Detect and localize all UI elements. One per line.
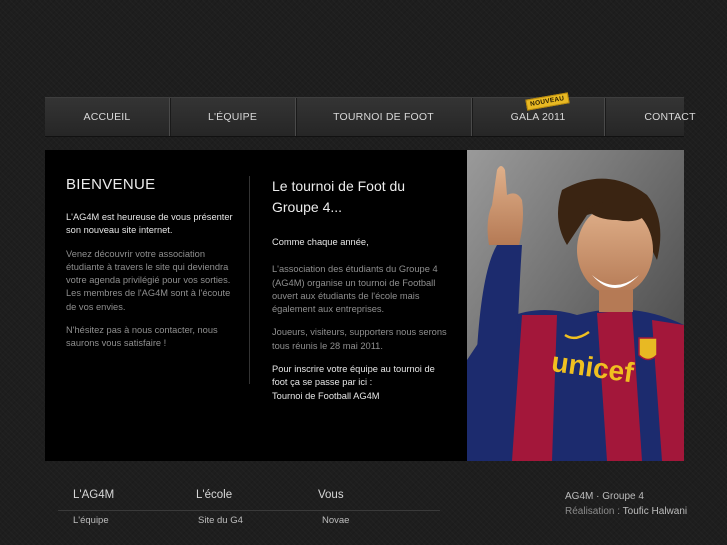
footer-link-equipe[interactable]: L'équipe — [73, 515, 114, 526]
footer-title: Vous — [318, 489, 344, 501]
nav-tournoi[interactable]: TOURNOI DE FOOT — [296, 98, 471, 136]
footer-link-site-g4[interactable]: Site du G4 — [196, 515, 243, 526]
footer-col-ecole: L'école Site du G4 — [196, 489, 243, 526]
credit-line: AG4M · Groupe 4 — [565, 491, 644, 502]
player-photo-graphic: unicef — [467, 150, 684, 461]
tournament-text: L'association des étudiants du Groupe 4 … — [272, 264, 438, 315]
nav-contact[interactable]: CONTACT — [605, 98, 727, 136]
tournament-title: Le tournoi de Foot du Groupe 4... — [272, 178, 406, 215]
welcome-text-2: Les membres de l'AG4M sont à l'écoute de… — [66, 288, 231, 312]
footer-divider — [58, 510, 440, 511]
welcome-column: BIENVENUE L'AG4M est heureuse de vous pr… — [66, 176, 236, 361]
footer-link-novae[interactable]: Novae — [318, 515, 349, 526]
welcome-intro: L'AG4M est heureuse de vous présenter so… — [66, 212, 233, 236]
credit-label: Réalisation : — [565, 506, 621, 517]
welcome-contact-text: N'hésitez pas à nous contacter, nous sau… — [66, 325, 218, 349]
tournament-link[interactable]: Tournoi de Football AG4M — [272, 390, 447, 403]
credit-author: Toufic Halwani — [622, 506, 688, 517]
content-panel: BIENVENUE L'AG4M est heureuse de vous pr… — [45, 150, 684, 461]
nav-equipe[interactable]: L'ÉQUIPE — [170, 98, 295, 136]
tournament-date-text: Joueurs, visiteurs, supporters nous sero… — [272, 327, 447, 351]
column-divider — [249, 176, 250, 384]
welcome-text: Venez découvrir votre association étudia… — [66, 248, 231, 286]
tournament-lead: Comme chaque année, — [272, 237, 369, 247]
tournament-signup-text: Pour inscrire votre équipe au tournoi de… — [272, 364, 435, 388]
footer-col-ag4m: L'AG4M L'équipe — [73, 489, 114, 526]
player-photo: unicef — [467, 150, 684, 461]
tournament-column: Le tournoi de Foot du Groupe 4... Comme … — [272, 176, 447, 403]
welcome-title: BIENVENUE — [66, 176, 156, 193]
main-nav: ACCUEIL L'ÉQUIPE TOURNOI DE FOOT GALA 20… — [45, 97, 695, 136]
nav-accueil[interactable]: ACCUEIL — [45, 98, 169, 136]
footer-col-vous: Vous Novae — [318, 489, 349, 526]
footer-credits: AG4M · Groupe 4 Réalisation : Toufic Hal… — [565, 489, 695, 519]
footer-title: L'école — [196, 489, 233, 501]
footer-title: L'AG4M — [73, 489, 115, 501]
